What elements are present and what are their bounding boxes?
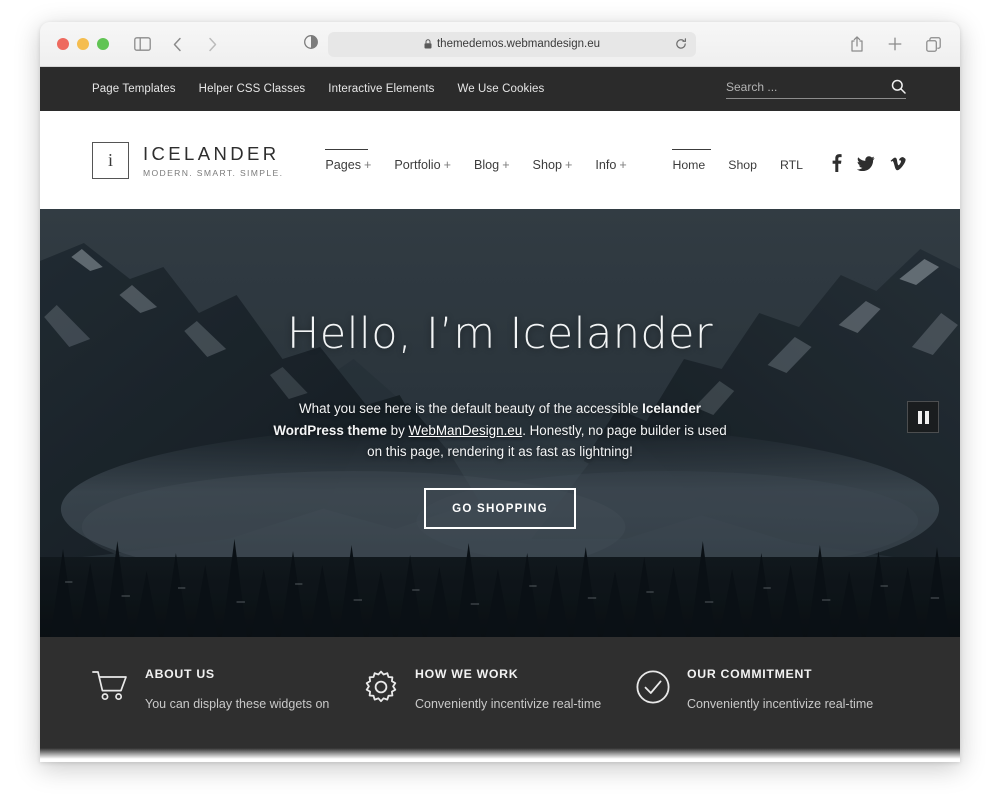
address-bar-area: themedemos.webmandesign.eu — [304, 31, 696, 57]
widget-title: HOW WE WORK — [415, 667, 519, 681]
widget-title: OUR COMMITMENT — [687, 667, 813, 681]
site-title: ICELANDER — [143, 143, 280, 165]
browser-window: themedemos.webmandesign.eu Page Template… — [40, 22, 960, 762]
vimeo-icon[interactable] — [890, 156, 906, 171]
share-icon[interactable] — [846, 33, 868, 55]
hero-text-link[interactable]: WebManDesign.eu — [409, 423, 523, 438]
reader-mode-icon[interactable] — [304, 34, 318, 54]
facebook-icon[interactable] — [831, 154, 842, 172]
top-navigation: Page Templates Helper CSS Classes Intera… — [92, 83, 544, 95]
top-nav-item-helper-css-classes[interactable]: Helper CSS Classes — [199, 83, 306, 95]
widget-how-we-work-body: HOW WE WORK Conveniently incentivize rea… — [415, 667, 627, 714]
submenu-plus-icon: + — [619, 157, 627, 172]
pause-icon[interactable] — [907, 401, 939, 433]
submenu-plus-icon: + — [502, 157, 510, 172]
top-nav-item-interactive-elements[interactable]: Interactive Elements — [328, 83, 434, 95]
menu-item-pages[interactable]: Pages + — [325, 148, 372, 172]
menu-item-shop[interactable]: Shop + — [533, 149, 573, 172]
minimize-window-button[interactable] — [77, 38, 89, 50]
secondary-item-rtl[interactable]: RTL — [780, 149, 803, 172]
go-shopping-button[interactable]: GO SHOPPING — [424, 488, 576, 530]
forward-arrow-icon[interactable] — [201, 33, 223, 55]
widget-text: You can display these widgets on — [145, 697, 330, 711]
hero-title: Hello, I’m Icelander — [287, 309, 713, 359]
toolbar-left-controls — [131, 33, 223, 55]
submenu-plus-icon: + — [443, 157, 451, 172]
menu-item-blog-label: Blog — [473, 157, 500, 172]
pause-bar-left — [917, 410, 922, 424]
secondary-item-shop[interactable]: Shop — [728, 149, 757, 172]
window-controls — [57, 38, 109, 50]
site-tagline: MODERN. SMART. SIMPLE. — [143, 167, 284, 178]
url-text: themedemos.webmandesign.eu — [436, 38, 601, 50]
back-arrow-icon[interactable] — [166, 33, 188, 55]
widget-text: Conveniently incentivize real-time — [415, 697, 602, 711]
menu-item-blog[interactable]: Blog + — [474, 149, 510, 172]
browser-toolbar: themedemos.webmandesign.eu — [40, 22, 960, 67]
sidebar-icon[interactable] — [131, 33, 153, 55]
social-links — [831, 148, 906, 172]
hero-section: Hello, I’m Icelander What you see here i… — [40, 209, 960, 637]
menu-item-portfolio-label: Portfolio — [394, 157, 441, 172]
widget-about-us: ABOUT US You can display these widgets o… — [92, 667, 364, 762]
twitter-icon[interactable] — [857, 155, 875, 171]
top-nav-item-we-use-cookies[interactable]: We Use Cookies — [457, 83, 544, 95]
maximize-window-button[interactable] — [97, 38, 109, 50]
site-top-bar: Page Templates Helper CSS Classes Intera… — [40, 67, 960, 111]
menu-item-pages-label: Pages — [325, 157, 362, 172]
gear-icon — [364, 670, 398, 709]
lock-icon — [424, 39, 432, 49]
top-nav-item-page-templates[interactable]: Page Templates — [92, 83, 176, 95]
search-form — [726, 79, 906, 99]
tab-overview-icon[interactable] — [922, 33, 944, 55]
url-bar[interactable]: themedemos.webmandesign.eu — [328, 31, 696, 57]
logo-icon: i — [92, 141, 129, 179]
search-input[interactable] — [726, 79, 866, 94]
url-content: themedemos.webmandesign.eu — [424, 38, 600, 50]
hero-content: Hello, I’m Icelander What you see here i… — [40, 209, 960, 637]
shopping-cart-icon — [92, 670, 128, 706]
submenu-plus-icon: + — [364, 157, 372, 172]
widget-our-commitment: OUR COMMITMENT Conveniently incentivize … — [636, 667, 908, 762]
branding-text: ICELANDER MODERN. SMART. SIMPLE. — [143, 142, 283, 177]
page-viewport: Page Templates Helper CSS Classes Intera… — [40, 67, 960, 762]
primary-navigation: Pages + Portfolio + Blog + Shop + Info + — [325, 148, 627, 172]
pause-bar-right — [924, 410, 929, 424]
widget-how-we-work: HOW WE WORK Conveniently incentivize rea… — [364, 667, 636, 762]
site-branding[interactable]: i ICELANDER MODERN. SMART. SIMPLE. — [92, 141, 283, 179]
toolbar-right-controls — [846, 33, 944, 55]
menu-item-info-label: Info — [595, 157, 617, 172]
hero-text-part2: by — [386, 422, 409, 438]
check-circle-icon — [636, 670, 670, 709]
hero-text-part1: What you see here is the default beauty … — [299, 401, 643, 416]
menu-item-info[interactable]: Info + — [595, 149, 626, 172]
secondary-navigation: Home Shop RTL — [672, 148, 803, 172]
widgets-band: ABOUT US You can display these widgets o… — [40, 637, 960, 762]
submenu-plus-icon: + — [564, 157, 573, 172]
widget-text: Conveniently incentivize real-time — [687, 697, 874, 711]
widget-our-commitment-body: OUR COMMITMENT Conveniently incentivize … — [687, 667, 899, 714]
close-window-button[interactable] — [57, 38, 69, 50]
menu-item-shop-label: Shop — [532, 157, 562, 172]
widget-about-us-body: ABOUT US You can display these widgets o… — [145, 667, 357, 714]
hero-description: What you see here is the default beauty … — [270, 398, 730, 463]
header-right-area: Home Shop RTL — [672, 148, 906, 172]
secondary-item-home[interactable]: Home — [672, 148, 712, 172]
reload-icon[interactable] — [675, 38, 687, 50]
site-header: i ICELANDER MODERN. SMART. SIMPLE. Pages… — [40, 111, 960, 209]
menu-item-portfolio[interactable]: Portfolio + — [394, 149, 451, 172]
widget-title: ABOUT US — [145, 667, 215, 681]
search-icon[interactable] — [891, 79, 906, 94]
plus-icon[interactable] — [884, 33, 906, 55]
